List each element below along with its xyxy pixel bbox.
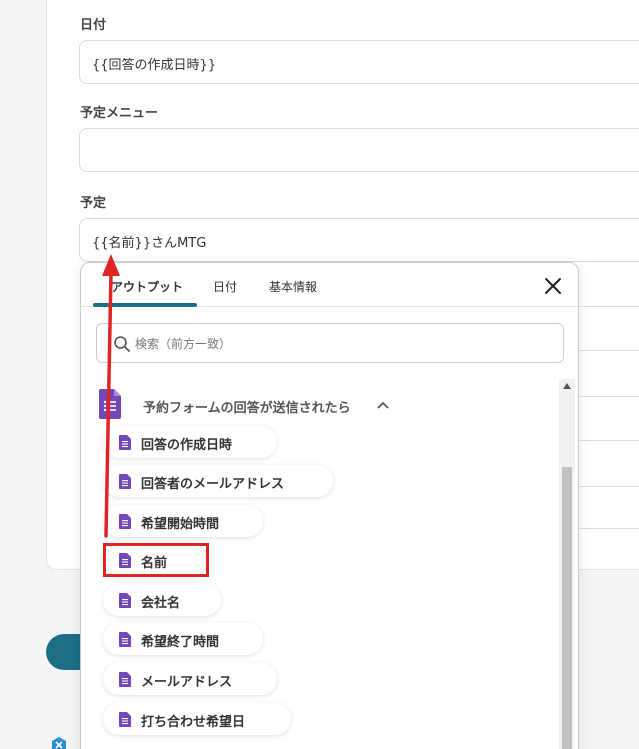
output-item-label: 希望開始時間	[141, 517, 220, 532]
schedule-input[interactable]: {{名前}}さんMTG	[79, 218, 639, 262]
output-item-desired-end-time[interactable]: 希望終了時間	[103, 623, 263, 655]
tab-date[interactable]: 日付	[213, 278, 237, 295]
output-item-label: メールアドレス	[141, 675, 233, 690]
form-field-icon	[119, 632, 131, 647]
group-title: 予約フォームの回答が送信されたら	[143, 401, 351, 416]
popup-tabs: アウトプット 日付 基本情報	[81, 263, 578, 307]
highlight-box	[103, 543, 209, 577]
output-item-meeting-desired-date[interactable]: 打ち合わせ希望日	[103, 703, 291, 735]
scrollbar-thumb[interactable]	[562, 467, 572, 749]
app-badge-icon	[52, 737, 66, 749]
search-input[interactable]	[135, 333, 555, 355]
menu-label: 予定メニュー	[80, 106, 159, 121]
form-field-icon	[119, 593, 131, 608]
menu-input[interactable]	[79, 128, 639, 172]
scroll-up-arrow-icon[interactable]	[563, 383, 571, 389]
form-field-icon	[119, 672, 131, 687]
form-field-icon	[119, 712, 131, 727]
tab-basic-info[interactable]: 基本情報	[269, 278, 317, 295]
output-item-label: 回答の作成日時	[141, 438, 233, 453]
chevron-up-icon[interactable]	[377, 400, 389, 410]
output-item-label: 回答者のメールアドレス	[141, 477, 285, 492]
output-item-label: 会社名	[141, 596, 181, 611]
annotation-arrow-icon	[102, 254, 120, 538]
schedule-label: 予定	[80, 196, 107, 211]
date-label: 日付	[80, 18, 107, 33]
search-box	[96, 323, 564, 363]
close-icon[interactable]	[544, 277, 562, 295]
output-item-respondent-email[interactable]: 回答者のメールアドレス	[103, 465, 333, 497]
group-header[interactable]: 予約フォームの回答が送信されたら	[99, 389, 399, 419]
scrollbar[interactable]	[559, 379, 575, 749]
date-input[interactable]: {{回答の作成日時}}	[79, 40, 639, 84]
output-item-label: 希望終了時間	[141, 635, 220, 650]
output-item-email-address[interactable]: メールアドレス	[103, 663, 277, 695]
output-picker-popup: アウトプット 日付 基本情報 予約フォームの回答が送信されたら 回答の作成日時	[80, 262, 579, 749]
output-item-company-name[interactable]: 会社名	[103, 584, 221, 616]
output-item-label: 打ち合わせ希望日	[141, 715, 246, 730]
